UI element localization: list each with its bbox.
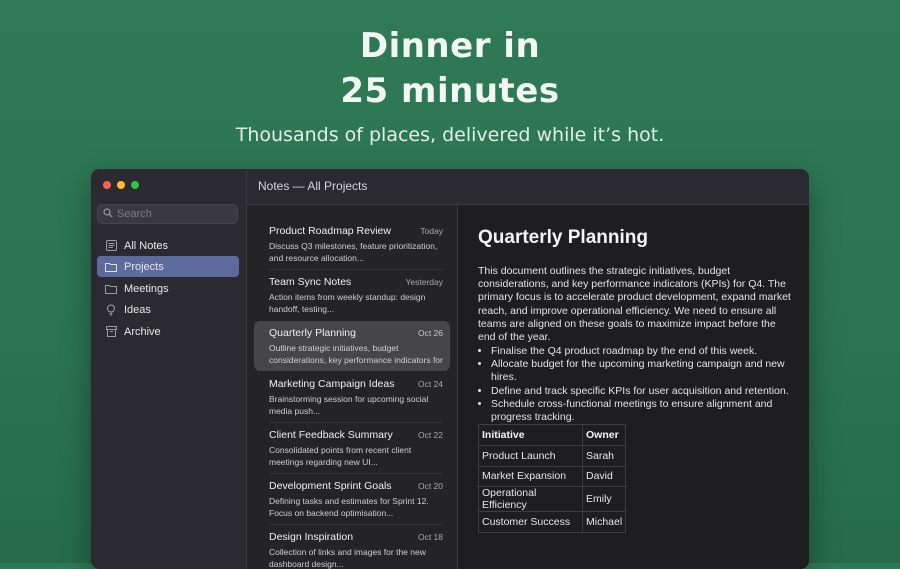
table-cell: Operational Efficiency [478,486,583,513]
sidebar-item-label: Meetings [124,282,169,295]
table-cell: Market Expansion [478,465,583,488]
sidebar-item-all-notes[interactable]: All Notes [97,235,239,256]
bullet-item: Allocate budget for the upcoming marketi… [491,358,809,384]
note-title: Team Sync Notes [269,276,352,288]
note-bullet-list: Finalise the Q4 product roadmap by the e… [478,345,809,424]
note-preview: Discuss Q3 milestones, feature prioritiz… [269,241,438,263]
note-date: Today [420,226,443,236]
list-item[interactable]: Marketing Campaign Ideas Oct 24 Brainsto… [254,372,450,423]
list-item[interactable]: Development Sprint Goals Oct 20 Defining… [254,474,450,525]
minimize-window-button[interactable] [117,181,125,189]
window-titlebar: Notes — All Projects [247,169,809,205]
note-title: Product Roadmap Review [269,225,391,237]
table-row: Product Launch Sarah [478,444,627,467]
bullet-item: Define and track specific KPIs for user … [491,385,809,398]
list-item[interactable]: Team Sync Notes Yesterday Action items f… [254,270,450,320]
table-header-initiative: Initiative [478,424,583,446]
sidebar-item-label: Projects [124,260,164,273]
sidebar-item-label: Ideas [124,303,151,316]
note-title: Design Inspiration [269,531,354,543]
sidebar-item-ideas[interactable]: Ideas [97,299,239,320]
note-date: Oct 26 [417,328,443,338]
note-date: Yesterday [405,277,444,287]
table-header-row: Initiative Owner [478,424,627,446]
table-cell: Emily [581,486,627,513]
zoom-window-button[interactable] [131,181,139,189]
note-detail-pane[interactable]: Quarterly Planning This document outline… [458,205,809,569]
notes-list-icon [105,240,117,252]
sidebar-item-label: All Notes [124,239,169,252]
note-preview: Brainstorming session for upcoming socia… [269,394,429,416]
notes-list: Product Roadmap Review Today Discuss Q3 … [247,205,458,569]
note-date: Oct 18 [417,532,443,542]
close-window-button[interactable] [103,181,111,189]
table-cell: Product Launch [478,444,583,467]
bullet-item: Schedule cross-functional meetings to en… [491,398,809,424]
note-body-paragraph: This document outlines the strategic ini… [478,265,791,344]
window-title: Notes — All Projects [258,179,368,193]
list-item[interactable]: Design Inspiration Oct 18 Collection of … [254,525,450,569]
note-title: Development Sprint Goals [269,480,392,492]
window-controls [103,181,139,189]
list-item[interactable]: Product Roadmap Review Today Discuss Q3 … [254,219,450,270]
note-date: Oct 22 [417,430,443,440]
table-header-owner: Owner [581,424,627,446]
note-preview: Action items from weekly standup: design… [269,292,426,314]
sidebar-item-label: Archive [124,325,161,338]
lightbulb-icon [105,304,117,316]
note-title: Marketing Campaign Ideas [269,378,395,390]
search-box[interactable] [97,204,238,224]
sidebar-item-archive[interactable]: Archive [97,321,239,342]
note-heading: Quarterly Planning [478,227,648,248]
hero-headline-line2: 25 minutes [340,71,560,111]
note-title: Quarterly Planning [269,327,356,339]
note-date: Oct 24 [417,379,443,389]
table-row: Operational Efficiency Emily [478,486,627,513]
note-preview: Outline strategic initiatives, budget co… [269,343,443,365]
hero-headline-line1: Dinner in [359,26,541,66]
list-item-selected[interactable]: Quarterly Planning Oct 26 Outline strate… [254,321,450,371]
note-date: Oct 20 [417,481,443,491]
main-pane: Notes — All Projects Product Roadmap Rev… [247,169,809,569]
table-row: Market Expansion David [478,465,627,488]
sidebar-item-projects[interactable]: Projects [97,256,239,277]
sidebar-item-meetings[interactable]: Meetings [97,278,239,299]
note-preview: Consolidated points from recent client m… [269,445,412,467]
bullet-item: Finalise the Q4 product roadmap by the e… [491,345,809,358]
hero-subtitle: Thousands of places, delivered while it’… [235,124,665,146]
table-cell: Michael [581,511,627,534]
table-cell: David [581,465,627,488]
table-cell: Sarah [581,444,627,467]
list-item[interactable]: Client Feedback Summary Oct 22 Consolida… [254,423,450,474]
note-title: Client Feedback Summary [269,429,393,441]
notes-app-window: All Notes Projects Meetings Ideas Archiv… [91,169,809,569]
archive-box-icon [105,326,117,338]
table-row: Customer Success Michael [478,511,627,534]
initiative-owner-table: Initiative Owner Product Launch Sarah Ma… [478,424,627,534]
search-input[interactable] [117,206,232,222]
folder-icon [105,261,117,273]
sidebar: All Notes Projects Meetings Ideas Archiv… [91,169,247,569]
note-preview: Collection of links and images for the n… [269,547,426,569]
search-icon [103,208,113,218]
table-cell: Customer Success [478,511,583,534]
folder-icon [105,283,117,295]
note-preview: Defining tasks and estimates for Sprint … [269,496,429,518]
